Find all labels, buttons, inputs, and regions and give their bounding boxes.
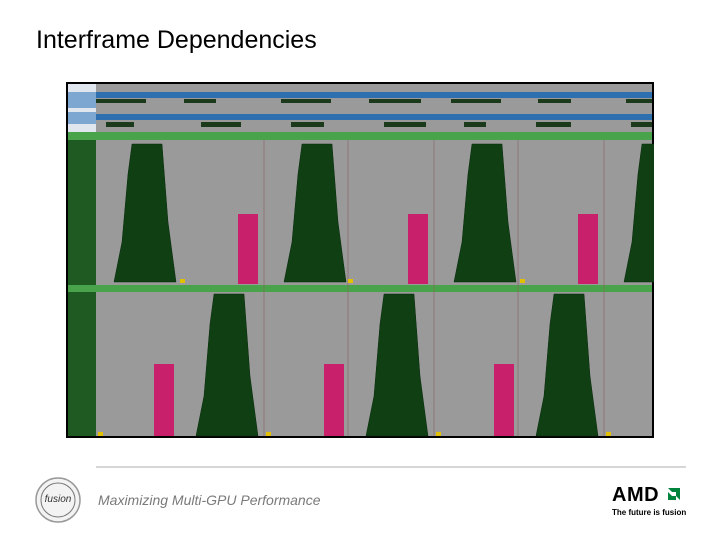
lane-bar-middle	[68, 285, 652, 292]
trace-header-row-1	[96, 92, 652, 98]
header-activity-b-6	[631, 122, 652, 127]
event-marker-6	[606, 432, 611, 436]
timeline-trace	[68, 84, 654, 437]
header-activity-b-0	[106, 122, 134, 127]
lane-bar-top	[68, 132, 652, 140]
header-activity-b-4	[464, 122, 486, 127]
trace-header-label-1	[68, 92, 96, 108]
header-activity-5	[538, 99, 571, 103]
header-activity-b-3	[384, 122, 426, 127]
header-activity-2	[281, 99, 331, 103]
pink-bar-top-0	[238, 214, 258, 284]
pink-bar-top-2	[578, 214, 598, 284]
amd-logo-text: AMD	[612, 484, 660, 506]
event-marker-3	[98, 432, 103, 436]
footer-title: Maximizing Multi-GPU Performance	[98, 492, 321, 508]
trace-header-label-2	[68, 112, 96, 124]
pink-bar-bottom-2	[494, 364, 514, 436]
header-activity-3	[369, 99, 421, 103]
amd-tagline: The future is fusion	[612, 508, 687, 517]
footer-divider	[96, 466, 686, 468]
fusion-logo-text: fusion	[44, 494, 72, 505]
event-marker-4	[266, 432, 271, 436]
header-activity-b-2	[291, 122, 324, 127]
header-activity-b-5	[536, 122, 571, 127]
pink-bar-bottom-1	[324, 364, 344, 436]
pink-bar-top-1	[408, 214, 428, 284]
gpu-timeline-screenshot	[66, 82, 654, 438]
amd-arrow-icon	[668, 488, 680, 500]
amd-logo: AMD The future is fusion	[610, 484, 690, 520]
slide-title: Interframe Dependencies	[36, 26, 317, 54]
event-marker-1	[348, 279, 353, 283]
header-activity-b-1	[201, 122, 241, 127]
trace-header-row-2	[96, 114, 652, 120]
event-marker-5	[436, 432, 441, 436]
header-activity-0	[96, 99, 146, 103]
event-marker-2	[520, 279, 525, 283]
fusion-logo: fusion	[34, 476, 82, 524]
header-activity-6	[626, 99, 652, 103]
pink-bar-bottom-0	[154, 364, 174, 436]
event-marker-0	[180, 279, 185, 283]
header-activity-4	[451, 99, 501, 103]
header-activity-1	[184, 99, 216, 103]
